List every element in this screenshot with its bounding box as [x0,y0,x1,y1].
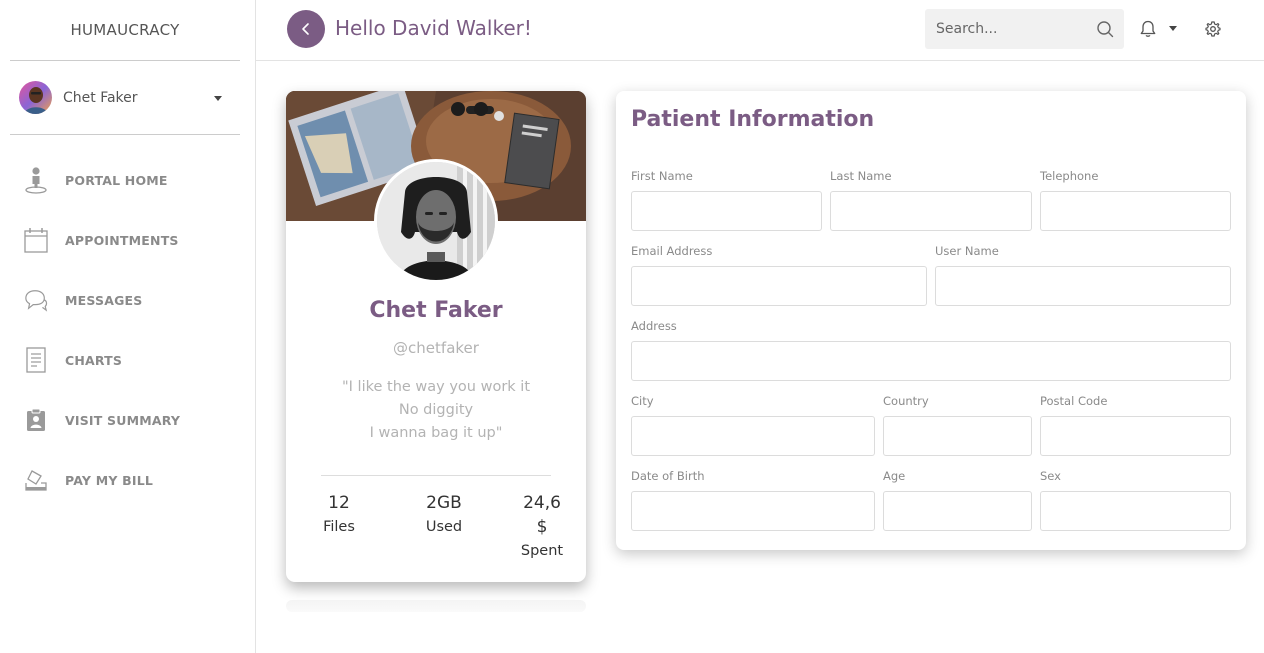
user-name-field: User Name [935,244,1231,306]
country-input[interactable] [883,416,1032,456]
user-menu[interactable]: Chet Faker [10,61,240,135]
divider [321,475,551,476]
card-shadow [286,600,586,612]
quote-line: "I like the way you work it [341,379,531,395]
form-title: Patient Information [631,107,875,132]
profile-handle: @chetfaker [393,339,479,357]
telephone-input[interactable] [1040,191,1231,231]
sex-input[interactable] [1040,491,1231,531]
postal-code-label: Postal Code [1040,394,1108,408]
sex-label: Sex [1040,469,1061,483]
first-name-field: First Name [631,169,822,231]
city-label: City [631,394,654,408]
user-name: Chet Faker [63,89,138,106]
nav-label: MESSAGES [65,292,143,308]
stat-value: 2GB [426,493,462,513]
stat-label: Used [425,519,463,535]
stat-files: 12 Files [306,491,372,563]
email-label: Email Address [631,244,713,258]
pay-bill-icon [24,466,48,494]
bell-icon[interactable] [1140,20,1156,38]
gear-icon[interactable] [1205,21,1221,37]
nav-charts[interactable]: CHARTS [0,330,256,390]
search-box [925,9,1124,49]
age-label: Age [883,469,906,483]
nav-visit-summary[interactable]: VISIT SUMMARY [0,390,256,450]
address-label: Address [631,319,677,333]
stat-spent: 24,6 $ Spent [516,491,568,563]
search-input[interactable] [925,9,1085,49]
chat-bubbles-icon [24,286,48,314]
nav-appointments[interactable]: APPOINTMENTS [0,210,256,270]
sidebar-nav: PORTAL HOME APPOINTMENTS MESSAGES CHARTS… [0,150,256,510]
city-field: City [631,394,875,456]
nav-label: PORTAL HOME [65,172,168,188]
profile-name: Chet Faker [369,298,503,323]
address-input[interactable] [631,341,1231,381]
sidebar: HUMAUCRACY Chet Faker PORTAL HOME APPOIN… [0,0,256,653]
email-input[interactable] [631,266,927,306]
sex-field: Sex [1040,469,1231,531]
chevron-left-icon [302,23,309,35]
stat-used: 2GB Used [411,491,477,563]
nav-label: VISIT SUMMARY [65,412,181,428]
clipboard-badge-icon [24,406,48,434]
avatar [19,81,52,114]
nav-label: PAY MY BILL [65,472,154,488]
top-header: Hello David Walker! [256,0,1264,61]
person-pin-icon [24,166,48,194]
profile-quote: "I like the way you work it No diggity I… [316,376,556,445]
nav-messages[interactable]: MESSAGES [0,270,256,330]
profile-stats: 12 Files 2GB Used 24,6 $ Spent [306,491,568,563]
first-name-label: First Name [631,169,693,183]
quote-line: I wanna bag it up" [369,425,503,441]
email-field: Email Address [631,244,927,306]
profile-card: Chet Faker @chetfaker "I like the way yo… [286,91,586,582]
country-field: Country [883,394,1032,456]
search-icon[interactable] [1096,20,1114,38]
notifications-caret-icon[interactable] [1169,26,1177,31]
country-label: Country [883,394,929,408]
dob-input[interactable] [631,491,875,531]
age-field: Age [883,469,1032,531]
nav-label: APPOINTMENTS [65,232,179,248]
quote-line: No diggity [398,402,474,418]
stat-label: Spent [520,543,564,559]
stat-label: Files [323,519,355,535]
brand-logo[interactable]: HUMAUCRACY [10,0,240,61]
user-name-input[interactable] [935,266,1231,306]
postal-code-field: Postal Code [1040,394,1231,456]
nav-portal-home[interactable]: PORTAL HOME [0,150,256,210]
age-input[interactable] [883,491,1032,531]
stat-value: 24,6 $ [523,493,561,537]
last-name-label: Last Name [830,169,892,183]
telephone-field: Telephone [1040,169,1231,231]
back-button[interactable] [287,10,325,48]
postal-code-input[interactable] [1040,416,1231,456]
nav-label: CHARTS [65,352,123,368]
calendar-icon [24,226,48,254]
telephone-label: Telephone [1040,169,1099,183]
first-name-input[interactable] [631,191,822,231]
profile-avatar [374,159,498,283]
last-name-input[interactable] [830,191,1032,231]
dob-field: Date of Birth [631,469,875,531]
last-name-field: Last Name [830,169,1032,231]
caret-down-icon[interactable] [214,96,222,101]
dob-label: Date of Birth [631,469,705,483]
stat-value: 12 [328,493,350,513]
user-name-label: User Name [935,244,999,258]
address-field: Address [631,319,1231,381]
patient-info-form: Patient Information First Name Last Name… [616,91,1246,550]
page-title: Hello David Walker! [335,16,532,40]
nav-pay-my-bill[interactable]: PAY MY BILL [0,450,256,510]
document-icon [24,346,48,374]
city-input[interactable] [631,416,875,456]
